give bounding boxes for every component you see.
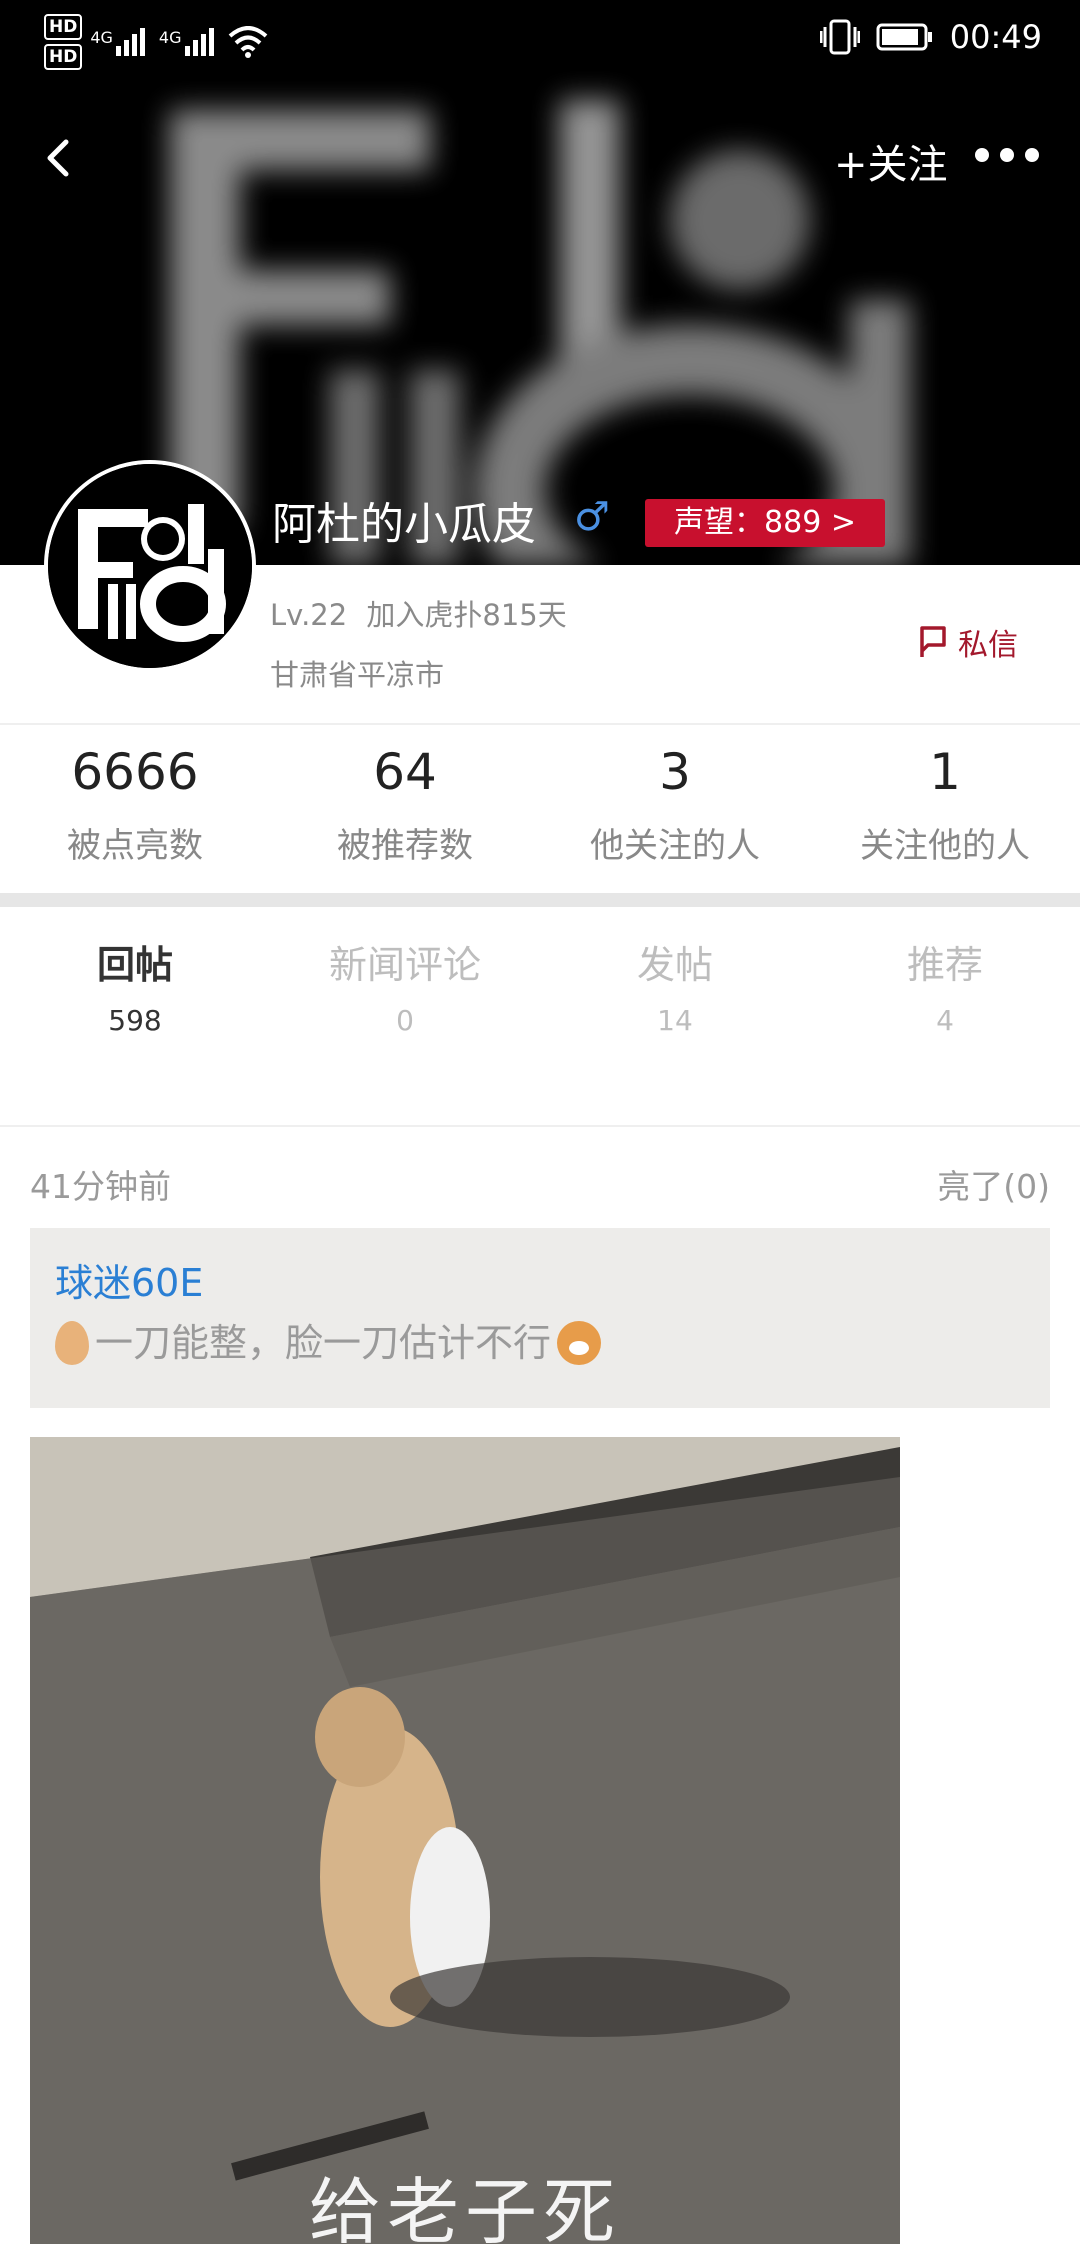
stat-following[interactable]: 3 他关注的人 [540, 740, 810, 880]
signal2-icon: 4G [159, 28, 214, 56]
quoted-text: 一刀能整，脸一刀估计不行 [95, 1321, 552, 1365]
level-join-info: Lv.22 加入虎扑815天 [270, 592, 567, 634]
sim2-hd-badge: HD [44, 44, 83, 70]
cat-meme-image [30, 1437, 900, 2244]
stat-label: 被推荐数 [337, 826, 473, 866]
post-timestamp: 41分钟前 [30, 1167, 171, 1206]
stat-followers[interactable]: 1 关注他的人 [810, 740, 1080, 880]
location: 甘肃省平凉市 [270, 658, 445, 692]
avatar[interactable] [44, 460, 256, 672]
tab-count: 4 [936, 1004, 954, 1037]
tab-label: 回帖 [96, 943, 173, 987]
status-bar: HD HD 4G 4G 00:49 [0, 0, 1080, 86]
image-caption: 给老子死 [308, 2170, 621, 2244]
private-message-label: 私信 [958, 628, 1018, 663]
reputation-badge[interactable]: 声望：889 > [645, 499, 885, 547]
stat-lights[interactable]: 6666 被点亮数 [0, 740, 270, 880]
content-tabs: 回帖 598 新闻评论 0 发帖 14 推荐 4 [0, 940, 1080, 1060]
battery-icon [876, 23, 932, 51]
tab-label: 发帖 [636, 943, 713, 987]
tab-count: 0 [396, 1004, 414, 1037]
dog-emoji-icon [557, 1321, 602, 1365]
tab-posts[interactable]: 发帖 14 [540, 940, 810, 1060]
stat-value: 1 [929, 743, 961, 801]
clock: 00:49 [949, 18, 1042, 56]
tab-count: 598 [108, 1004, 162, 1037]
stat-label: 关注他的人 [860, 826, 1030, 866]
signal1-icon: 4G [90, 28, 145, 56]
username: 阿杜的小瓜皮 [272, 499, 536, 550]
egg-emoji-icon [55, 1321, 89, 1365]
tab-replies[interactable]: 回帖 598 [0, 940, 270, 1060]
join-days: 加入虎扑815天 [366, 598, 567, 632]
stat-label: 被点亮数 [67, 826, 203, 866]
tab-label: 新闻评论 [328, 943, 481, 987]
vibrate-icon [819, 19, 860, 55]
sim1-hd-badge: HD [44, 14, 83, 40]
section-separator [0, 893, 1080, 907]
stat-recommended[interactable]: 64 被推荐数 [270, 740, 540, 880]
divider [0, 723, 1080, 725]
post-image[interactable]: 给老子死 [30, 1437, 900, 2244]
tab-count: 14 [657, 1004, 693, 1037]
quoted-text-row: 一刀能整，脸一刀估计不行 [55, 1318, 1025, 1368]
top-nav: +关注 [0, 100, 1080, 210]
stat-label: 他关注的人 [590, 826, 760, 866]
follow-button[interactable]: +关注 [834, 132, 948, 190]
more-options-icon[interactable] [972, 130, 1042, 180]
like-count-button[interactable]: 亮了(0) [937, 1160, 1050, 1208]
tab-label: 推荐 [906, 943, 983, 987]
tab-news-comments[interactable]: 新闻评论 0 [270, 940, 540, 1060]
male-icon: ♂ [574, 494, 610, 540]
back-icon[interactable] [30, 128, 90, 188]
tab-recommend[interactable]: 推荐 4 [810, 940, 1080, 1060]
stats-row: 6666 被点亮数 64 被推荐数 3 他关注的人 1 关注他的人 [0, 740, 1080, 880]
stat-value: 3 [659, 743, 691, 801]
level: Lv.22 [270, 598, 348, 632]
stat-value: 6666 [71, 743, 199, 801]
message-flag-icon [920, 626, 946, 657]
quoted-reply[interactable]: 球迷60E 一刀能整，脸一刀估计不行 [30, 1228, 1050, 1408]
wifi-icon [228, 26, 267, 58]
quoted-username[interactable]: 球迷60E [55, 1258, 1025, 1308]
private-message-button[interactable]: 私信 [918, 620, 1018, 664]
avatar-logo [48, 464, 252, 668]
divider [0, 1125, 1080, 1127]
stat-value: 64 [373, 743, 437, 801]
